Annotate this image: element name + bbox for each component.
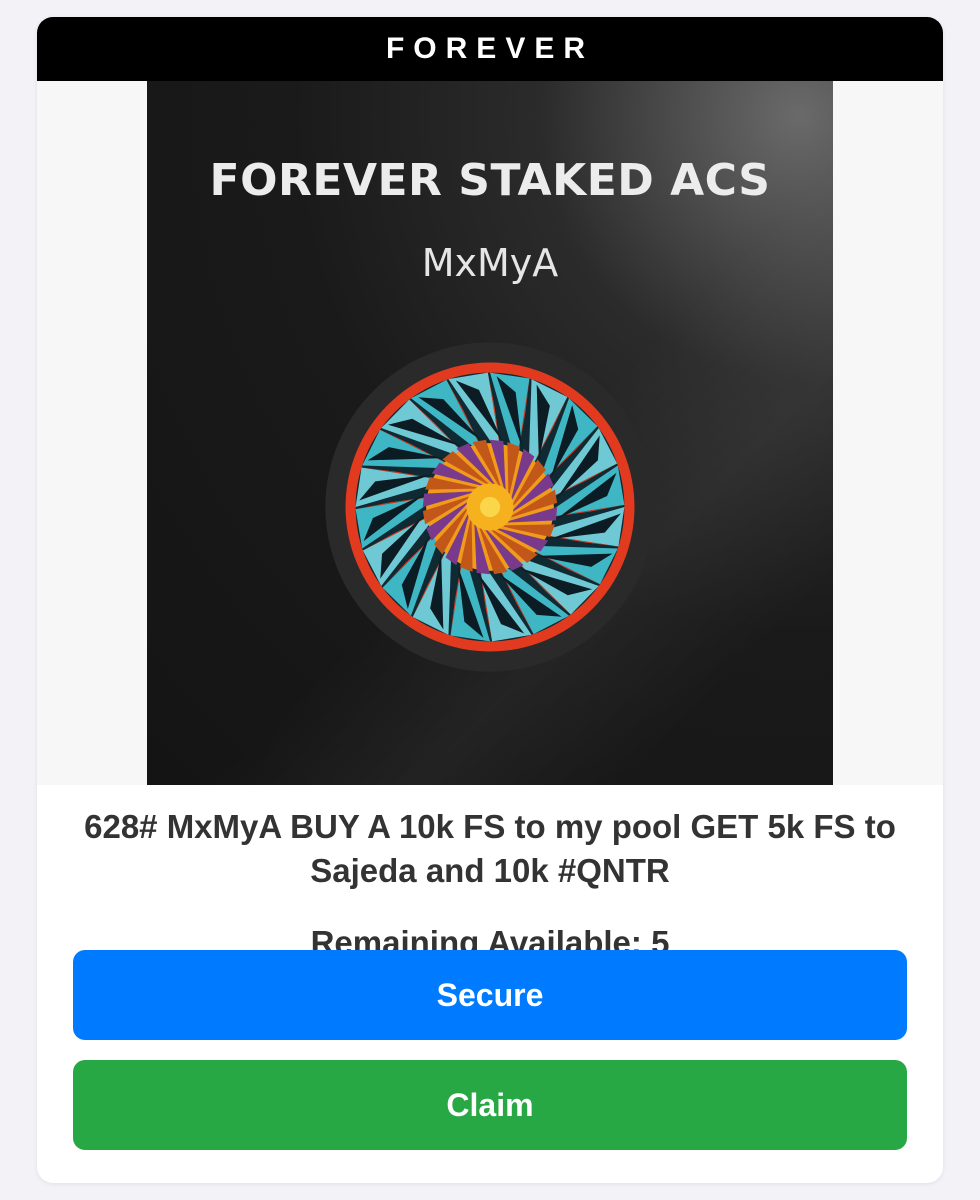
mandala-artwork-icon (325, 342, 655, 672)
artwork-title: FOREVER STAKED ACS (209, 155, 771, 206)
listing-card: FOREVER FOREVER STAKED ACS MxMyA 628# Mx… (37, 17, 943, 1183)
brand-header: FOREVER (37, 17, 943, 81)
claim-button[interactable]: Claim (73, 1060, 907, 1150)
secure-button[interactable]: Secure (73, 950, 907, 1040)
artwork-subtitle: MxMyA (421, 241, 559, 285)
brand-title: FOREVER (385, 32, 595, 65)
artwork-container: FOREVER STAKED ACS MxMyA (37, 81, 943, 785)
nft-artwork-image: FOREVER STAKED ACS MxMyA (147, 81, 833, 785)
listing-title: 628# MxMyA BUY A 10k FS to my pool GET 5… (84, 808, 896, 889)
